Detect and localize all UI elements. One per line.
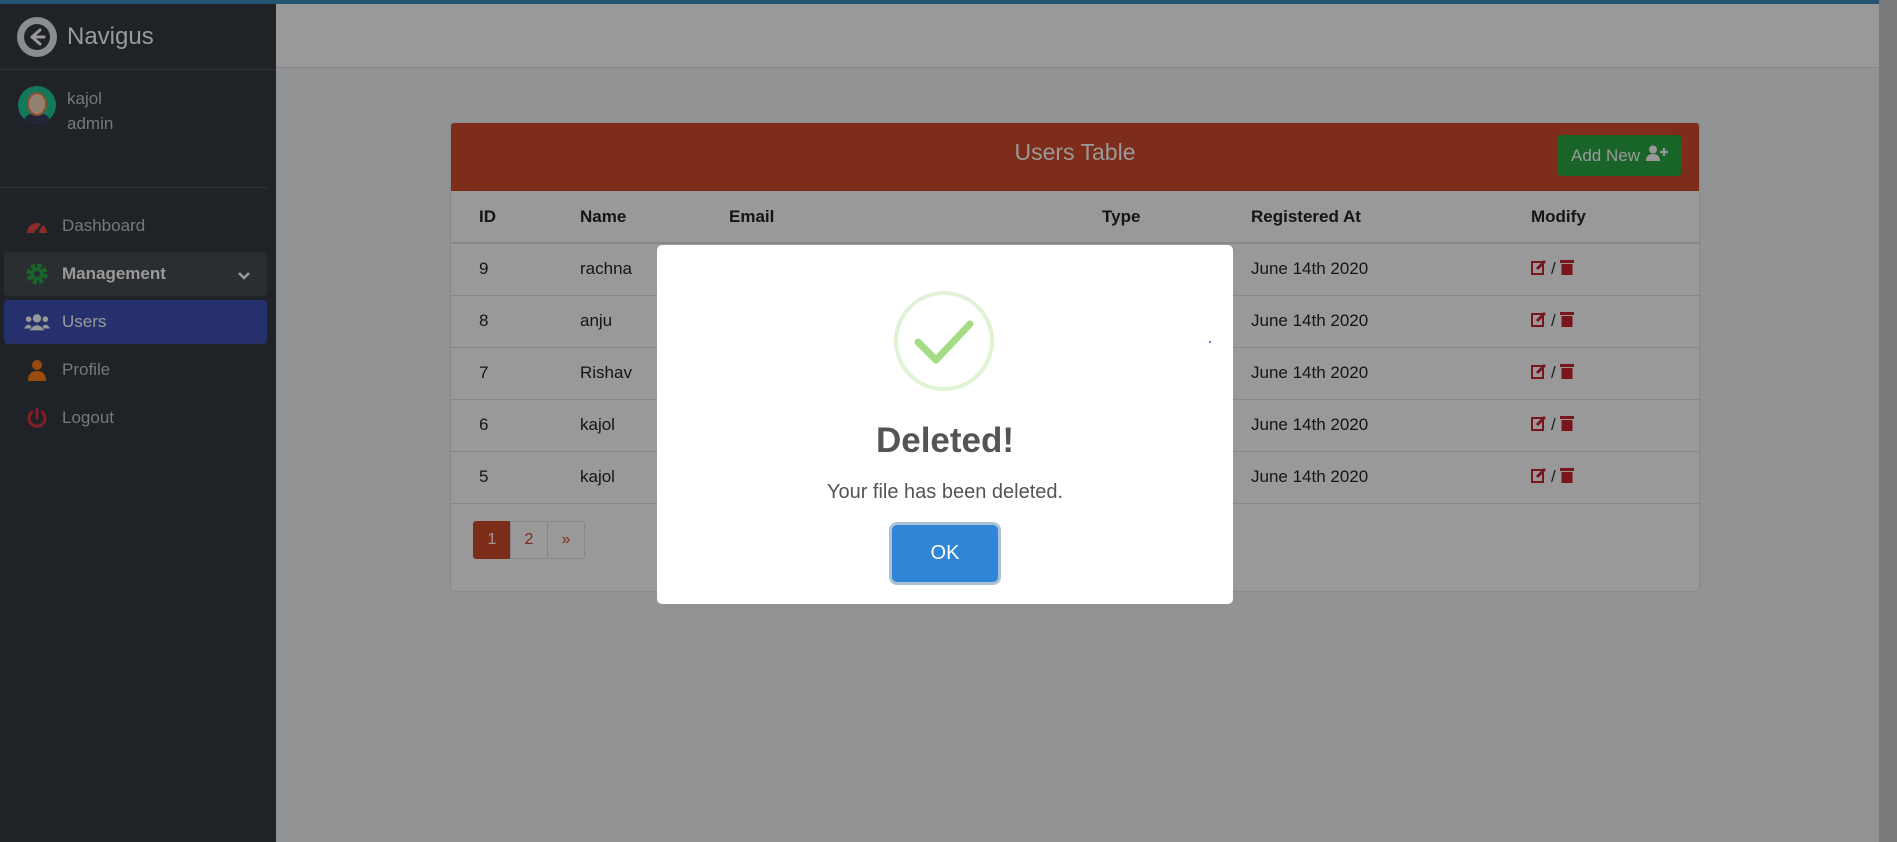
success-dialog: Deleted! Your file has been deleted. OK bbox=[657, 245, 1233, 604]
dialog-title: Deleted! bbox=[875, 421, 1015, 460]
success-check-icon bbox=[894, 291, 994, 391]
scrollbar[interactable] bbox=[1879, 0, 1897, 842]
dialog-message: Your file has been deleted. bbox=[826, 481, 1064, 503]
cursor-dot bbox=[1209, 341, 1211, 343]
ok-button[interactable]: OK bbox=[892, 525, 998, 582]
